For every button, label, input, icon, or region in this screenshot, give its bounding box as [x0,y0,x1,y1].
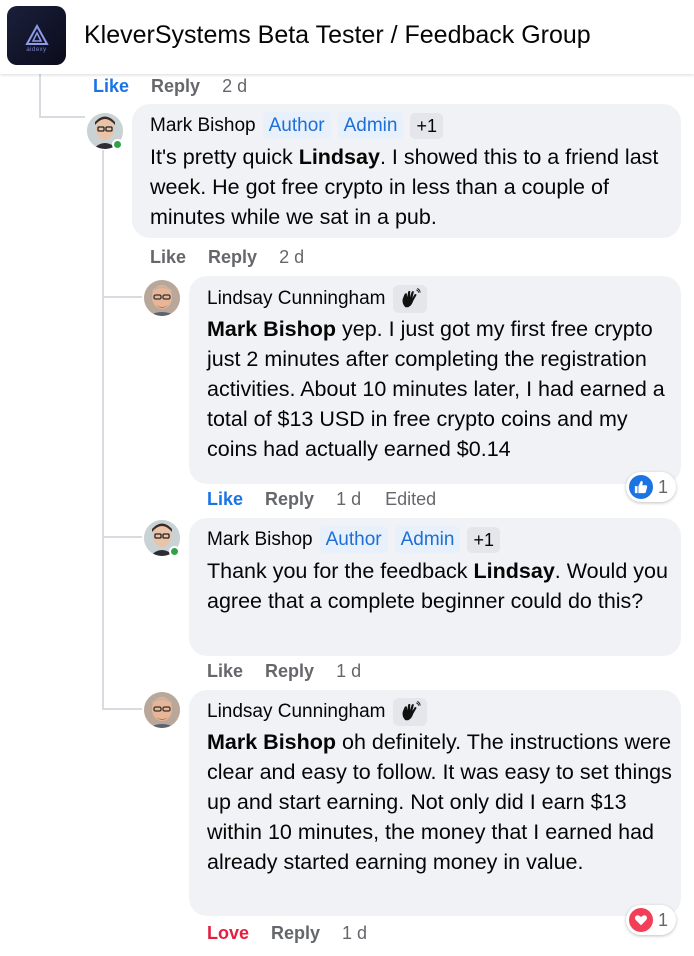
comment-actions: Like Reply 2 d [150,247,304,268]
reply-button[interactable]: Reply [265,489,314,510]
more-badges[interactable]: +1 [467,526,500,553]
comment-author-row: Mark Bishop Author Admin +1 [207,526,500,553]
reaction-summary[interactable]: 1 [626,905,677,935]
like-icon [629,475,653,499]
more-badges[interactable]: +1 [410,112,443,139]
mention[interactable]: Mark Bishop [207,317,336,341]
wave-icon[interactable] [392,285,427,313]
wave-hand-icon [401,288,421,308]
heart-icon [629,908,653,932]
group-header: aidexy KleverSystems Beta Tester / Feedb… [0,0,694,74]
mention[interactable]: Lindsay [299,145,380,169]
thread-line-nested-3 [102,708,142,710]
mention[interactable]: Mark Bishop [207,730,336,754]
comment-text-part: Thank you for the feedback [207,559,474,583]
group-logo[interactable]: aidexy [7,6,66,65]
comment-actions: Like Reply 1 d [207,661,361,682]
like-button[interactable]: Like [207,661,243,682]
avatar[interactable] [144,692,180,728]
comment-time[interactable]: 1 d [336,489,361,510]
comment-author[interactable]: Lindsay Cunningham [207,701,386,723]
reaction-summary[interactable]: 1 [626,472,677,502]
reaction-count: 1 [658,476,669,497]
comment-author[interactable]: Lindsay Cunningham [207,288,386,310]
online-indicator [112,139,123,150]
thread-line-nested [102,150,104,708]
avatar[interactable] [144,280,180,316]
like-button[interactable]: Like [207,489,243,510]
group-logo-text: aidexy [26,47,47,53]
wave-hand-icon [401,701,421,721]
reply-button[interactable]: Reply [265,661,314,682]
edited-label[interactable]: Edited [385,489,436,510]
reaction-count: 1 [658,909,669,930]
comment-author-row: Lindsay Cunningham [207,285,427,313]
reply-button[interactable]: Reply [151,76,200,97]
like-button[interactable]: Like [93,76,129,97]
lindsay-cunningham-photo [144,280,180,316]
comment-time: 2 d [222,76,248,96]
comment-author-row: Lindsay Cunningham [207,698,427,726]
prev-comment-actions: Like Reply 2 d [93,76,247,97]
thread-line-nested-1 [102,296,142,298]
reply-button[interactable]: Reply [271,923,320,944]
thread-line-nested-2 [102,536,142,538]
thumbs-up-icon [634,480,648,494]
comment-time[interactable]: 1 d [342,923,367,944]
comment-actions: Like Reply 1 d Edited [207,489,436,510]
comment-actions: Love Reply 1 d [207,923,367,944]
love-button[interactable]: Love [207,923,249,944]
comment-author-row: Mark Bishop Author Admin +1 [150,112,443,139]
comment-author[interactable]: Mark Bishop [150,115,256,137]
admin-badge[interactable]: Admin [394,526,461,553]
author-badge[interactable]: Author [319,526,388,553]
comment-text: Mark Bishop yep. I just got my first fre… [207,314,672,464]
wave-icon[interactable] [392,698,427,726]
author-badge[interactable]: Author [262,112,331,139]
reply-button[interactable]: Reply [208,247,257,268]
comment-author[interactable]: Mark Bishop [207,529,313,551]
mention[interactable]: Lindsay [474,559,555,583]
comment-time[interactable]: 2 d [279,247,304,268]
comment-text: Mark Bishop oh definitely. The instructi… [207,727,672,877]
comment-text: Thank you for the feedback Lindsay. Woul… [207,556,672,616]
triangle-logo-icon [24,23,49,45]
thread-line-main-curve [39,116,85,118]
like-button[interactable]: Like [150,247,186,268]
group-title[interactable]: KleverSystems Beta Tester / Feedback Gro… [84,21,591,50]
admin-badge[interactable]: Admin [337,112,404,139]
online-indicator [169,546,180,557]
comment-text-part: It's pretty quick [150,145,299,169]
comment-time[interactable]: 1 d [336,661,361,682]
comment-text: It's pretty quick Lindsay. I showed this… [150,142,670,232]
lindsay-cunningham-photo [144,692,180,728]
heart-shape-icon [634,915,648,926]
